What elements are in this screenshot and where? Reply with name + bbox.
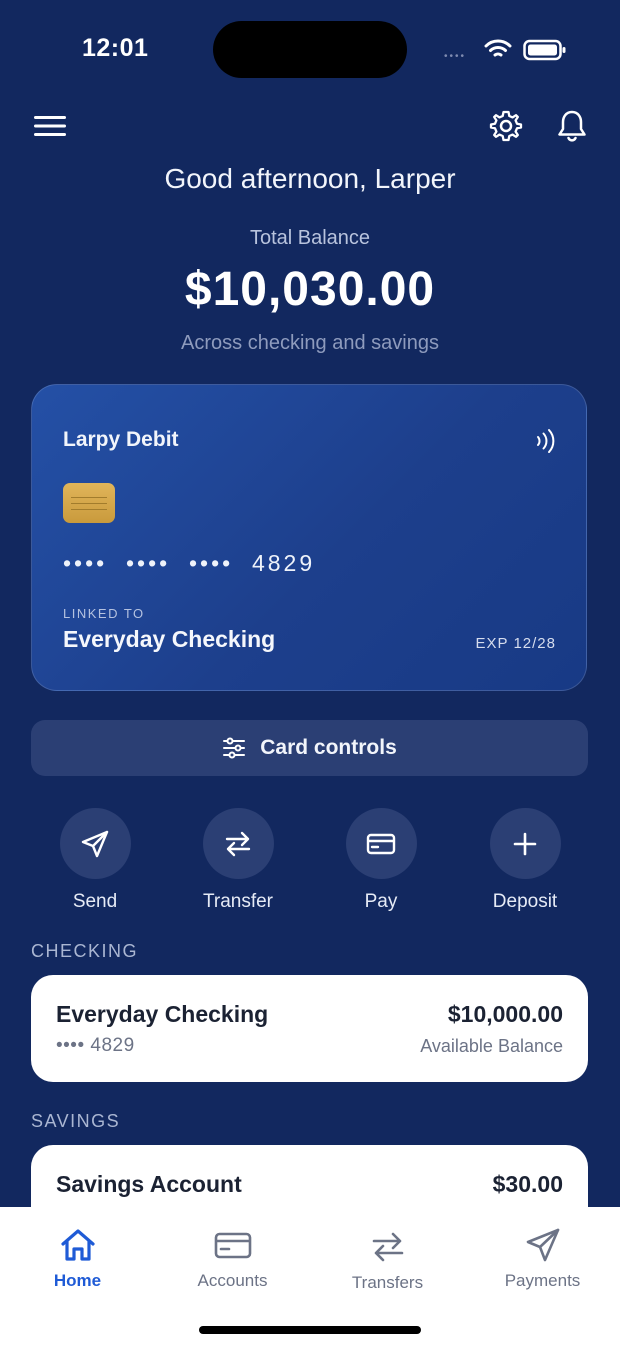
card-chip-icon bbox=[63, 483, 115, 523]
greeting: Good afternoon, Larper bbox=[164, 163, 456, 194]
bell-icon[interactable] bbox=[556, 109, 588, 143]
deposit-label: Deposit bbox=[492, 891, 558, 912]
checking-section-label: CHECKING bbox=[31, 941, 139, 961]
tab-accounts[interactable]: Accounts bbox=[155, 1225, 310, 1291]
home-indicator bbox=[199, 1326, 421, 1334]
plus-icon bbox=[513, 832, 537, 855]
battery-icon bbox=[523, 39, 566, 61]
checking-account-card[interactable]: Everyday Checking •••• 4829 $10,000.00 A… bbox=[31, 975, 588, 1082]
card-controls-button[interactable]: Card controls bbox=[31, 720, 588, 776]
pay-label: Pay bbox=[364, 891, 398, 912]
debit-card[interactable]: Larpy Debit •••• •••• •••• 4829 LINKED T… bbox=[31, 384, 587, 691]
available-balance-label: Available Balance bbox=[420, 1036, 563, 1056]
account-balance: $30.00 bbox=[492, 1171, 563, 1197]
sliders-icon bbox=[223, 737, 246, 759]
linked-account: Everyday Checking bbox=[63, 626, 276, 652]
card-name: Larpy Debit bbox=[63, 428, 179, 451]
account-name: Everyday Checking bbox=[56, 1001, 269, 1027]
payments-icon bbox=[526, 1228, 559, 1262]
transfers-icon bbox=[372, 1232, 403, 1262]
menu-icon[interactable] bbox=[34, 115, 66, 137]
total-balance-subtitle: Across checking and savings bbox=[181, 332, 439, 354]
total-balance-label: Total Balance bbox=[249, 227, 371, 249]
send-icon bbox=[81, 830, 109, 857]
home-icon bbox=[60, 1229, 95, 1261]
transfer-icon bbox=[225, 831, 251, 856]
card-controls-label: Card controls bbox=[260, 736, 397, 759]
gear-icon[interactable] bbox=[489, 109, 523, 143]
card-icon bbox=[366, 833, 396, 854]
transfer-action[interactable]: Transfer bbox=[178, 808, 298, 913]
tab-payments[interactable]: Payments bbox=[465, 1225, 620, 1291]
tab-transfers-label: Transfers bbox=[351, 1273, 424, 1292]
savings-section-label: SAVINGS bbox=[31, 1111, 121, 1131]
cellular-signal-icon: •••• bbox=[444, 51, 467, 62]
tab-home-label: Home bbox=[53, 1271, 102, 1290]
contactless-icon bbox=[537, 429, 555, 453]
accounts-icon bbox=[214, 1232, 251, 1259]
status-time: 12:01 bbox=[82, 34, 149, 62]
tab-transfers[interactable]: Transfers bbox=[310, 1227, 465, 1293]
transfer-label: Transfer bbox=[202, 891, 274, 912]
tab-payments-label: Payments bbox=[504, 1271, 581, 1290]
account-name: Savings Account bbox=[56, 1171, 242, 1197]
deposit-action[interactable]: Deposit bbox=[465, 808, 585, 913]
tab-home[interactable]: Home bbox=[0, 1225, 155, 1291]
total-balance-value: $10,030.00 bbox=[184, 263, 436, 316]
wifi-icon bbox=[484, 39, 512, 57]
account-number: •••• 4829 bbox=[56, 1035, 135, 1056]
send-action[interactable]: Send bbox=[35, 808, 155, 913]
linked-to-label: LINKED TO bbox=[63, 606, 145, 621]
account-balance: $10,000.00 bbox=[447, 1001, 563, 1027]
pay-action[interactable]: Pay bbox=[321, 808, 441, 913]
tab-accounts-label: Accounts bbox=[197, 1271, 268, 1290]
card-number: •••• •••• •••• 4829 bbox=[63, 550, 316, 576]
send-label: Send bbox=[72, 891, 118, 912]
dynamic-island bbox=[213, 21, 407, 78]
card-expiry: EXP 12/28 bbox=[475, 635, 556, 652]
